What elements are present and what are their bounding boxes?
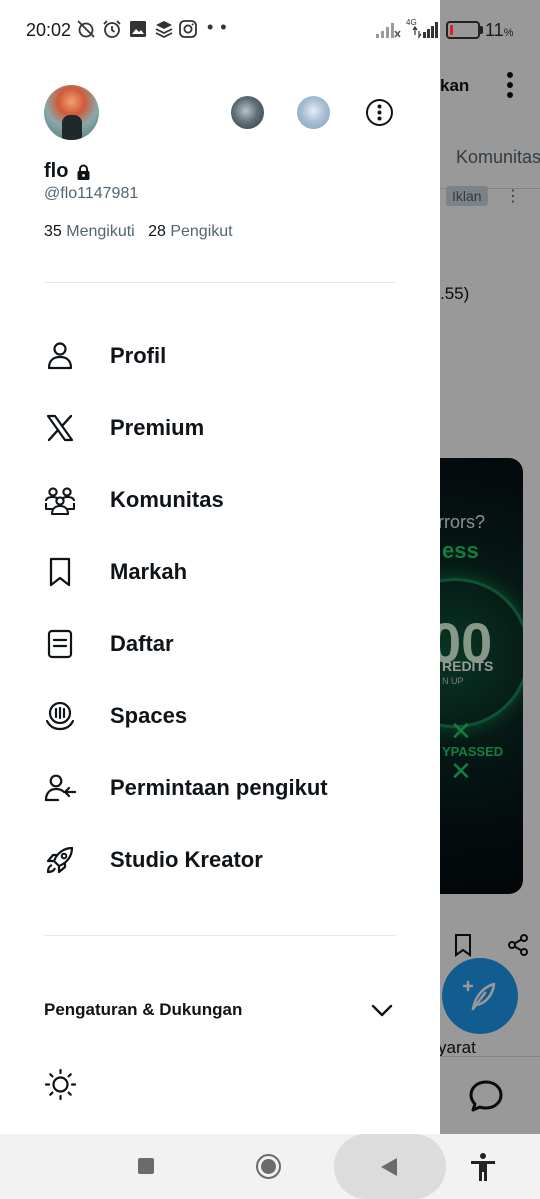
user-handle: @flo1147981: [44, 185, 139, 202]
status-time: 20:02: [26, 20, 72, 40]
menu-item-studio-kreator[interactable]: Studio Kreator: [0, 830, 440, 890]
person-icon: [47, 342, 73, 370]
menu-item-markah[interactable]: Markah: [0, 542, 440, 602]
alarm-icon: [103, 20, 121, 38]
following-label: Mengikuti: [66, 223, 135, 240]
recents-button[interactable]: [138, 1158, 154, 1174]
accessibility-icon[interactable]: [469, 1152, 497, 1182]
menu-item-spaces[interactable]: Spaces: [0, 686, 440, 746]
menu-item-premium[interactable]: Premium: [0, 398, 440, 458]
battery-percent-value: 11: [485, 20, 504, 40]
menu-label: Spaces: [110, 703, 188, 728]
back-button[interactable]: [380, 1157, 398, 1177]
menu-item-komunitas[interactable]: Komunitas: [0, 470, 440, 530]
settings-support-toggle[interactable]: Pengaturan & Dukungan: [0, 985, 440, 1035]
gallery-icon: [130, 21, 146, 37]
list-icon: [47, 629, 73, 659]
instagram-icon: [179, 20, 197, 38]
spaces-icon: [45, 701, 75, 731]
theme-sun-icon[interactable]: [44, 1068, 77, 1101]
following-count: 35: [44, 223, 62, 240]
battery-percent: 11%: [485, 20, 513, 41]
layers-icon: [155, 21, 173, 39]
following-link[interactable]: 35 Mengikuti: [44, 223, 135, 240]
menu-label: Premium: [110, 415, 205, 440]
menu-label: Komunitas: [110, 487, 224, 512]
divider: [44, 935, 396, 936]
x-logo-icon: [46, 414, 74, 442]
followers-link[interactable]: 28 Pengikut: [148, 223, 233, 240]
menu-item-permintaan-pengikut[interactable]: Permintaan pengikut: [0, 758, 440, 818]
switch-account-avatar[interactable]: [297, 96, 330, 129]
system-nav-bar: [0, 1134, 540, 1199]
signal-4g-icon: [412, 22, 438, 39]
followers-label: Pengikut: [170, 223, 233, 240]
switch-account-avatar[interactable]: [231, 96, 264, 129]
display-name[interactable]: flo: [44, 160, 68, 183]
home-button[interactable]: [256, 1154, 281, 1179]
menu-label: Daftar: [110, 631, 174, 656]
more-accounts-icon[interactable]: [365, 98, 394, 127]
divider: [44, 282, 396, 283]
followers-count: 28: [148, 223, 166, 240]
menu-label: Permintaan pengikut: [110, 775, 328, 800]
more-dots-icon: • •: [207, 17, 228, 37]
settings-support-label: Pengaturan & Dukungan: [44, 1000, 243, 1019]
profile-avatar[interactable]: [44, 85, 99, 140]
chevron-down-icon: [371, 1004, 393, 1017]
rocket-icon: [46, 846, 74, 874]
battery-tip: [480, 26, 483, 34]
battery-percent-unit: %: [503, 27, 514, 39]
battery-icon: [446, 21, 480, 39]
menu-label: Profil: [110, 343, 167, 368]
navigation-drawer: flo @flo1147981 35 Mengikuti 28 Pengikut…: [0, 0, 440, 1134]
signal-icon: [376, 23, 401, 38]
communities-icon: [44, 487, 76, 516]
menu-item-daftar[interactable]: Daftar: [0, 614, 440, 674]
status-bar: 20:02 • • 4G 11%: [0, 0, 540, 60]
menu-label: Markah: [110, 559, 188, 584]
follow-request-icon: [44, 774, 76, 802]
bookmark-icon: [49, 557, 71, 587]
menu-label: Studio Kreator: [110, 847, 263, 872]
lock-icon: [77, 164, 90, 180]
menu-item-profil[interactable]: Profil: [0, 326, 440, 386]
follow-stats: 35 Mengikuti 28 Pengikut: [44, 223, 233, 241]
alarm-off-icon: [77, 20, 95, 38]
battery-level: [450, 25, 453, 35]
